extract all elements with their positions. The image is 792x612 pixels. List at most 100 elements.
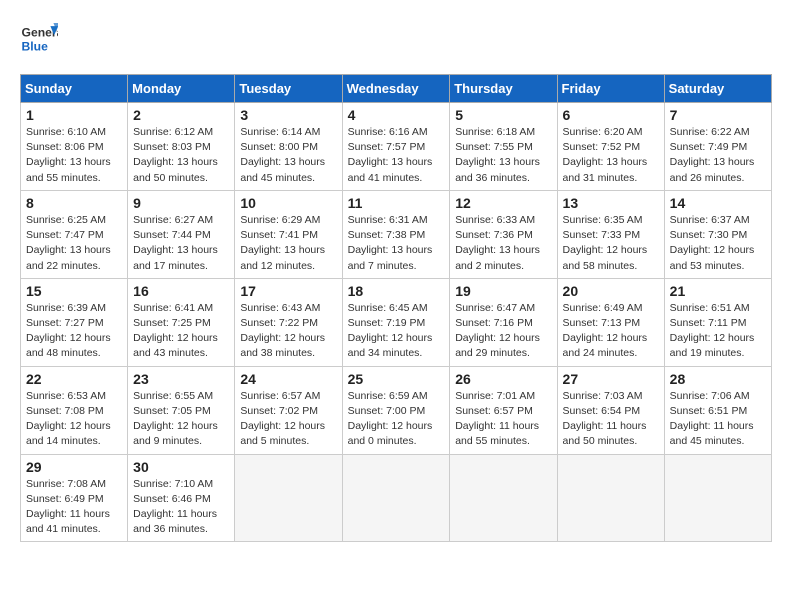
day-info: Sunrise: 6:43 AM Sunset: 7:22 PM Dayligh… (240, 301, 336, 362)
day-number: 4 (348, 107, 445, 123)
day-number: 2 (133, 107, 229, 123)
calendar-table: SundayMondayTuesdayWednesdayThursdayFrid… (20, 74, 772, 542)
day-info: Sunrise: 6:41 AM Sunset: 7:25 PM Dayligh… (133, 301, 229, 362)
calendar-day-cell: 15 Sunrise: 6:39 AM Sunset: 7:27 PM Dayli… (21, 278, 128, 366)
day-info: Sunrise: 6:47 AM Sunset: 7:16 PM Dayligh… (455, 301, 551, 362)
calendar-body: 1 Sunrise: 6:10 AM Sunset: 8:06 PM Daylig… (21, 103, 772, 542)
day-number: 1 (26, 107, 122, 123)
calendar-day-cell: 25 Sunrise: 6:59 AM Sunset: 7:00 PM Dayli… (342, 366, 450, 454)
day-info: Sunrise: 6:55 AM Sunset: 7:05 PM Dayligh… (133, 389, 229, 450)
day-info: Sunrise: 6:39 AM Sunset: 7:27 PM Dayligh… (26, 301, 122, 362)
calendar-day-cell: 10 Sunrise: 6:29 AM Sunset: 7:41 PM Dayli… (235, 190, 342, 278)
day-number: 13 (563, 195, 659, 211)
calendar-day-cell: 24Sunrise: 6:57 AM Sunset: 7:02 PM Dayli… (235, 366, 342, 454)
calendar-day-cell: 20 Sunrise: 6:49 AM Sunset: 7:13 PM Dayli… (557, 278, 664, 366)
calendar-day-cell: 8 Sunrise: 6:25 AM Sunset: 7:47 PM Daylig… (21, 190, 128, 278)
weekday-header-cell: Monday (128, 75, 235, 103)
weekday-header-cell: Saturday (664, 75, 771, 103)
logo-icon: General Blue (20, 20, 58, 58)
day-number: 25 (348, 371, 445, 387)
calendar-week-row: 1 Sunrise: 6:10 AM Sunset: 8:06 PM Daylig… (21, 103, 772, 191)
day-number: 7 (670, 107, 766, 123)
day-number: 19 (455, 283, 551, 299)
day-info: Sunrise: 6:49 AM Sunset: 7:13 PM Dayligh… (563, 301, 659, 362)
day-info: Sunrise: 6:45 AM Sunset: 7:19 PM Dayligh… (348, 301, 445, 362)
calendar-day-cell (664, 454, 771, 542)
calendar-day-cell (450, 454, 557, 542)
calendar-week-row: 22 Sunrise: 6:53 AM Sunset: 7:08 PM Dayli… (21, 366, 772, 454)
calendar-day-cell (235, 454, 342, 542)
day-number: 27 (563, 371, 659, 387)
calendar-day-cell: 28 Sunrise: 7:06 AM Sunset: 6:51 PM Dayli… (664, 366, 771, 454)
day-info: Sunrise: 7:03 AM Sunset: 6:54 PM Dayligh… (563, 389, 659, 450)
calendar-day-cell: 21Sunrise: 6:51 AM Sunset: 7:11 PM Dayli… (664, 278, 771, 366)
day-number: 22 (26, 371, 122, 387)
day-info: Sunrise: 6:18 AM Sunset: 7:55 PM Dayligh… (455, 125, 551, 186)
day-number: 20 (563, 283, 659, 299)
day-info: Sunrise: 6:29 AM Sunset: 7:41 PM Dayligh… (240, 213, 336, 274)
day-number: 28 (670, 371, 766, 387)
weekday-header-cell: Thursday (450, 75, 557, 103)
day-info: Sunrise: 6:22 AM Sunset: 7:49 PM Dayligh… (670, 125, 766, 186)
day-info: Sunrise: 7:08 AM Sunset: 6:49 PM Dayligh… (26, 477, 122, 538)
calendar-day-cell: 12 Sunrise: 6:33 AM Sunset: 7:36 PM Dayli… (450, 190, 557, 278)
day-info: Sunrise: 6:16 AM Sunset: 7:57 PM Dayligh… (348, 125, 445, 186)
svg-text:Blue: Blue (22, 39, 49, 53)
day-number: 6 (563, 107, 659, 123)
day-info: Sunrise: 6:27 AM Sunset: 7:44 PM Dayligh… (133, 213, 229, 274)
day-number: 18 (348, 283, 445, 299)
day-info: Sunrise: 7:06 AM Sunset: 6:51 PM Dayligh… (670, 389, 766, 450)
calendar-day-cell: 5Sunrise: 6:18 AM Sunset: 7:55 PM Daylig… (450, 103, 557, 191)
calendar-day-cell: 11Sunrise: 6:31 AM Sunset: 7:38 PM Dayli… (342, 190, 450, 278)
day-info: Sunrise: 6:25 AM Sunset: 7:47 PM Dayligh… (26, 213, 122, 274)
calendar-day-cell: 2 Sunrise: 6:12 AM Sunset: 8:03 PM Daylig… (128, 103, 235, 191)
day-number: 8 (26, 195, 122, 211)
calendar-day-cell: 14 Sunrise: 6:37 AM Sunset: 7:30 PM Dayli… (664, 190, 771, 278)
calendar-day-cell: 22 Sunrise: 6:53 AM Sunset: 7:08 PM Dayli… (21, 366, 128, 454)
weekday-header-cell: Sunday (21, 75, 128, 103)
day-number: 14 (670, 195, 766, 211)
weekday-header-cell: Wednesday (342, 75, 450, 103)
day-info: Sunrise: 6:12 AM Sunset: 8:03 PM Dayligh… (133, 125, 229, 186)
day-number: 29 (26, 459, 122, 475)
day-info: Sunrise: 6:53 AM Sunset: 7:08 PM Dayligh… (26, 389, 122, 450)
day-number: 9 (133, 195, 229, 211)
calendar-day-cell: 18 Sunrise: 6:45 AM Sunset: 7:19 PM Dayli… (342, 278, 450, 366)
day-number: 23 (133, 371, 229, 387)
calendar-day-cell: 3Sunrise: 6:14 AM Sunset: 8:00 PM Daylig… (235, 103, 342, 191)
day-number: 16 (133, 283, 229, 299)
day-number: 12 (455, 195, 551, 211)
day-number: 10 (240, 195, 336, 211)
day-number: 11 (348, 195, 445, 211)
day-info: Sunrise: 6:59 AM Sunset: 7:00 PM Dayligh… (348, 389, 445, 450)
calendar-day-cell: 7 Sunrise: 6:22 AM Sunset: 7:49 PM Daylig… (664, 103, 771, 191)
calendar-week-row: 29 Sunrise: 7:08 AM Sunset: 6:49 PM Dayli… (21, 454, 772, 542)
calendar-day-cell: 23 Sunrise: 6:55 AM Sunset: 7:05 PM Dayli… (128, 366, 235, 454)
calendar-day-cell: 26 Sunrise: 7:01 AM Sunset: 6:57 PM Dayli… (450, 366, 557, 454)
calendar-day-cell: 9 Sunrise: 6:27 AM Sunset: 7:44 PM Daylig… (128, 190, 235, 278)
day-info: Sunrise: 6:51 AM Sunset: 7:11 PM Dayligh… (670, 301, 766, 362)
calendar-day-cell (557, 454, 664, 542)
logo: General Blue (20, 20, 58, 58)
calendar-day-cell: 19 Sunrise: 6:47 AM Sunset: 7:16 PM Dayli… (450, 278, 557, 366)
day-number: 15 (26, 283, 122, 299)
day-number: 26 (455, 371, 551, 387)
weekday-header-cell: Tuesday (235, 75, 342, 103)
day-number: 17 (240, 283, 336, 299)
page-header: General Blue (20, 20, 772, 58)
day-number: 24 (240, 371, 336, 387)
calendar-day-cell (342, 454, 450, 542)
day-number: 30 (133, 459, 229, 475)
day-info: Sunrise: 6:33 AM Sunset: 7:36 PM Dayligh… (455, 213, 551, 274)
calendar-day-cell: 16 Sunrise: 6:41 AM Sunset: 7:25 PM Dayli… (128, 278, 235, 366)
day-info: Sunrise: 7:10 AM Sunset: 6:46 PM Dayligh… (133, 477, 229, 538)
day-info: Sunrise: 6:10 AM Sunset: 8:06 PM Dayligh… (26, 125, 122, 186)
calendar-week-row: 15 Sunrise: 6:39 AM Sunset: 7:27 PM Dayli… (21, 278, 772, 366)
calendar-day-cell: 29 Sunrise: 7:08 AM Sunset: 6:49 PM Dayli… (21, 454, 128, 542)
calendar-day-cell: 30 Sunrise: 7:10 AM Sunset: 6:46 PM Dayli… (128, 454, 235, 542)
calendar-week-row: 8 Sunrise: 6:25 AM Sunset: 7:47 PM Daylig… (21, 190, 772, 278)
day-info: Sunrise: 7:01 AM Sunset: 6:57 PM Dayligh… (455, 389, 551, 450)
calendar-day-cell: 13Sunrise: 6:35 AM Sunset: 7:33 PM Dayli… (557, 190, 664, 278)
weekday-header-cell: Friday (557, 75, 664, 103)
day-info: Sunrise: 6:37 AM Sunset: 7:30 PM Dayligh… (670, 213, 766, 274)
